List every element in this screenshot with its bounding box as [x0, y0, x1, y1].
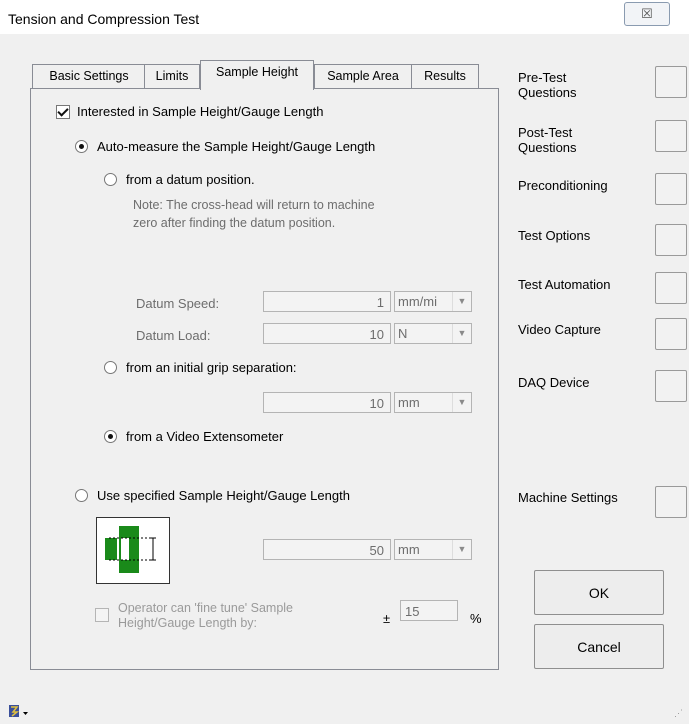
- post-test-line1: Post-Test: [518, 125, 573, 140]
- close-button[interactable]: ☒: [624, 2, 670, 26]
- test-automation-button[interactable]: [655, 272, 687, 304]
- title-bar: Tension and Compression Test ☒: [0, 0, 689, 34]
- specified-unit-select[interactable]: mm ▼: [394, 539, 472, 560]
- interested-checkbox[interactable]: [56, 105, 70, 119]
- datum-speed-input[interactable]: 1: [263, 291, 391, 312]
- interested-label: Interested in Sample Height/Gauge Length: [77, 104, 324, 119]
- grip-separation-input[interactable]: 10: [263, 392, 391, 413]
- video-extensometer-radio[interactable]: [104, 430, 117, 443]
- status-bar: ⋰: [0, 698, 689, 724]
- pre-test-line2: Questions: [518, 85, 577, 100]
- datum-load-input[interactable]: 10: [263, 323, 391, 344]
- tab-label: Basic Settings: [49, 69, 129, 83]
- tab-sample-height[interactable]: Sample Height: [200, 60, 314, 90]
- chevron-down-icon: ▼: [452, 540, 471, 559]
- datum-load-label: Datum Load:: [136, 328, 211, 343]
- daq-device-button[interactable]: [655, 370, 687, 402]
- test-options-label: Test Options: [518, 228, 591, 243]
- fine-tune-label-line1: Operator can 'fine tune' Sample: [118, 601, 294, 615]
- test-automation-label: Test Automation: [518, 277, 611, 292]
- chevron-down-icon: ▼: [452, 393, 471, 412]
- specified-radio[interactable]: [75, 489, 88, 502]
- grip-separation-unit: mm: [398, 395, 420, 410]
- datum-load-unit: N: [398, 326, 408, 341]
- grip-separation-radio[interactable]: [104, 361, 117, 374]
- datum-speed-unit: mm/mi: [398, 294, 437, 309]
- daq-device-label: DAQ Device: [518, 375, 590, 390]
- auto-measure-radio[interactable]: [75, 140, 88, 153]
- specified-unit: mm: [398, 542, 420, 557]
- close-icon: ☒: [641, 6, 653, 21]
- sample-height-icon: [96, 517, 170, 584]
- datum-load-unit-select[interactable]: N ▼: [394, 323, 472, 344]
- post-test-line2: Questions: [518, 140, 577, 155]
- video-extensometer-label: from a Video Extensometer: [126, 429, 284, 444]
- fine-tune-unit: %: [470, 611, 482, 626]
- specified-height-input[interactable]: 50: [263, 539, 391, 560]
- tab-results[interactable]: Results: [411, 64, 479, 89]
- fine-tune-input[interactable]: 15: [400, 600, 458, 621]
- datum-speed-label: Datum Speed:: [136, 296, 220, 311]
- datum-label: from a datum position.: [126, 172, 255, 187]
- datum-note-line2: zero after finding the datum position.: [133, 216, 336, 230]
- tab-limits[interactable]: Limits: [144, 64, 200, 89]
- preconditioning-label: Preconditioning: [518, 178, 608, 193]
- pre-test-label: Pre-Test Questions: [518, 70, 577, 100]
- pre-test-questions-button[interactable]: [655, 66, 687, 98]
- tab-sample-area[interactable]: Sample Area: [314, 64, 412, 89]
- tab-label: Results: [424, 69, 466, 83]
- specified-label: Use specified Sample Height/Gauge Length: [97, 488, 350, 503]
- datum-radio[interactable]: [104, 173, 117, 186]
- tab-label: Limits: [155, 69, 189, 83]
- machine-settings-label: Machine Settings: [518, 490, 618, 505]
- fine-tune-checkbox[interactable]: [95, 608, 109, 622]
- datum-speed-unit-select[interactable]: mm/mi ▼: [394, 291, 472, 312]
- post-test-label: Post-Test Questions: [518, 125, 577, 155]
- auto-measure-label: Auto-measure the Sample Height/Gauge Len…: [97, 139, 376, 154]
- plus-minus-sign: ±: [383, 611, 391, 626]
- resize-grip-icon[interactable]: ⋰: [674, 708, 683, 719]
- chevron-down-icon: ▼: [452, 324, 471, 343]
- tab-label: Sample Height: [216, 65, 298, 79]
- fine-tune-label-line2: Height/Gauge Length by:: [118, 616, 257, 630]
- cancel-button[interactable]: Cancel: [534, 624, 664, 669]
- datum-note-line1: Note: The cross-head will return to mach…: [133, 198, 375, 212]
- tab-basic-settings[interactable]: Basic Settings: [32, 64, 146, 89]
- video-capture-button[interactable]: [655, 318, 687, 350]
- window-title: Tension and Compression Test: [8, 11, 200, 27]
- test-options-button[interactable]: [655, 224, 687, 256]
- machine-settings-button[interactable]: [655, 486, 687, 518]
- preconditioning-button[interactable]: [655, 173, 687, 205]
- grip-separation-label: from an initial grip separation:: [126, 360, 297, 375]
- chevron-down-icon: ▼: [452, 292, 471, 311]
- tab-label: Sample Area: [327, 69, 399, 83]
- pre-test-line1: Pre-Test: [518, 70, 567, 85]
- video-capture-label: Video Capture: [518, 322, 601, 337]
- grip-separation-unit-select[interactable]: mm ▼: [394, 392, 472, 413]
- app-menu-icon[interactable]: [8, 704, 30, 721]
- post-test-questions-button[interactable]: [655, 120, 687, 152]
- ok-button[interactable]: OK: [534, 570, 664, 615]
